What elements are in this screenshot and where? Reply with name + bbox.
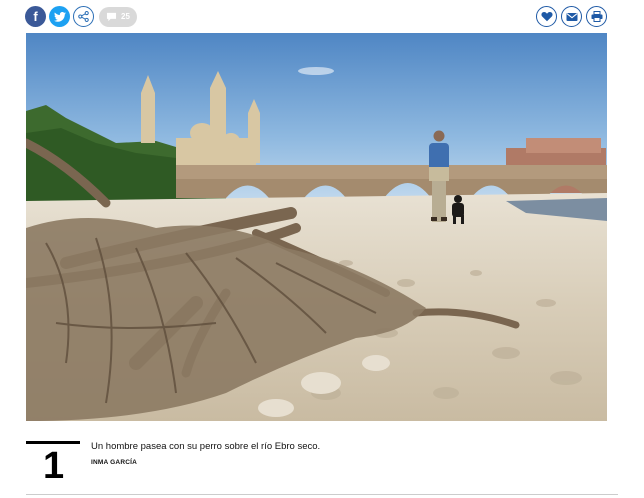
photo-caption: Un hombre pasea con su perro sobre el rí… xyxy=(91,441,321,452)
share-buttons-left: f 25 xyxy=(25,6,137,27)
share-icon xyxy=(78,11,89,22)
printer-icon xyxy=(591,11,602,22)
heart-icon xyxy=(540,11,553,22)
gallery-photo xyxy=(26,33,607,421)
share-toolbar: f 25 xyxy=(0,0,644,32)
gallery-index: 1 xyxy=(43,445,65,487)
print-button[interactable] xyxy=(586,6,607,27)
email-button[interactable] xyxy=(561,6,582,27)
twitter-share-button[interactable] xyxy=(49,6,70,27)
comment-count: 25 xyxy=(121,12,130,21)
photo-illustration xyxy=(26,33,607,421)
comment-icon xyxy=(107,12,117,21)
photo-caption-block: 1 Un hombre pasea con su perro sobre el … xyxy=(26,441,607,493)
index-rule xyxy=(26,441,80,444)
facebook-icon: f xyxy=(33,9,38,24)
favorite-button[interactable] xyxy=(536,6,557,27)
photo-credit: INMA GARCÍA xyxy=(91,459,138,466)
envelope-icon xyxy=(566,12,577,21)
share-button[interactable] xyxy=(73,6,94,27)
facebook-share-button[interactable]: f xyxy=(25,6,46,27)
comments-button[interactable]: 25 xyxy=(99,6,137,27)
twitter-icon xyxy=(53,11,66,22)
bottom-divider xyxy=(26,494,618,495)
share-buttons-right xyxy=(536,6,607,27)
